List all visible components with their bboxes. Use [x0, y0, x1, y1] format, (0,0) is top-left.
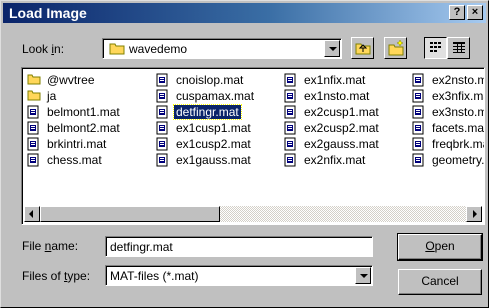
file-name-label: ex2cusp1.mat: [304, 105, 379, 119]
create-new-folder-button[interactable]: [384, 37, 407, 59]
mat-file-icon: [284, 105, 298, 119]
mat-file-icon: [27, 153, 41, 167]
mat-file-icon: [412, 121, 426, 135]
look-in-value: wavedemo: [129, 42, 188, 56]
file-name-label: brkintri.mat: [47, 137, 107, 151]
mat-file-icon: [27, 121, 41, 135]
file-name-label: detfingr.mat: [173, 104, 242, 120]
file-name-label: File name:: [22, 239, 79, 253]
file-name-label: ex3nsto.ma: [432, 105, 484, 119]
folder-icon: [27, 89, 41, 103]
scroll-thumb[interactable]: [40, 206, 220, 222]
file-type-value: MAT-files (*.mat): [110, 269, 199, 283]
close-button[interactable]: ×: [467, 5, 483, 20]
folder-icon: [109, 42, 125, 58]
file-name-label: cuspamax.mat: [176, 89, 255, 103]
file-name-label: ex1nsto.mat: [304, 89, 370, 103]
file-name-label: cnoislop.mat: [176, 73, 244, 87]
file-name-label: ex3nfix.ma: [432, 89, 485, 103]
mat-file-icon: [156, 137, 170, 151]
load-image-dialog: Load Image ? × Look in: wavedemo @wvtree…: [0, 0, 489, 308]
file-name-label: chess.mat: [47, 153, 102, 167]
file-name-label: geometry.r: [432, 153, 485, 167]
file-name-label: ex2nfix.mat: [304, 153, 366, 167]
mat-file-icon: [284, 153, 298, 167]
chevron-down-icon[interactable]: [355, 267, 371, 284]
mat-file-icon: [156, 121, 170, 135]
open-button[interactable]: Open: [397, 233, 483, 261]
file-list[interactable]: @wvtree ja belmont1.mat belmont2.mat brkintr…: [21, 67, 485, 225]
cancel-button[interactable]: Cancel: [398, 269, 482, 295]
file-name-input[interactable]: detfingr.mat: [105, 236, 373, 257]
scroll-left-button[interactable]: [24, 206, 40, 222]
mat-file-icon: [284, 137, 298, 151]
file-name-label: ex1cusp1.mat: [176, 121, 251, 135]
list-view-button[interactable]: [424, 37, 447, 59]
file-name-label: ex1gauss.mat: [176, 153, 251, 167]
mat-file-icon: [156, 105, 170, 119]
file-name-label: ex1nfix.mat: [304, 73, 366, 87]
file-type-dropdown[interactable]: MAT-files (*.mat): [105, 265, 373, 286]
horizontal-scrollbar[interactable]: [24, 206, 482, 222]
file-name-label: freqbrk.ma: [432, 137, 485, 151]
file-name-label: ex2nsto.ma: [432, 73, 484, 87]
mat-file-icon: [412, 137, 426, 151]
file-name-label: @wvtree: [47, 73, 95, 87]
chevron-down-icon[interactable]: [324, 40, 340, 57]
details-view-button[interactable]: [447, 37, 470, 59]
folder-icon: [27, 73, 41, 87]
help-button[interactable]: ?: [449, 5, 465, 20]
up-one-level-button[interactable]: [351, 37, 374, 59]
look-in-label: Look in:: [22, 42, 65, 56]
mat-file-icon: [284, 121, 298, 135]
mat-file-icon: [412, 73, 426, 87]
mat-file-icon: [27, 105, 41, 119]
mat-file-icon: [412, 89, 426, 103]
mat-file-icon: [156, 89, 170, 103]
file-name-label: belmont2.mat: [47, 121, 120, 135]
dialog-title: Load Image: [9, 5, 87, 21]
file-name-label: ja: [47, 89, 57, 103]
file-name-label: ex2gauss.mat: [304, 137, 379, 151]
file-name-label: belmont1.mat: [47, 105, 120, 119]
file-name-label: facets.mat: [432, 121, 485, 135]
mat-file-icon: [284, 73, 298, 87]
file-type-label: Files of type:: [22, 269, 91, 283]
mat-file-icon: [156, 73, 170, 87]
mat-file-icon: [27, 137, 41, 151]
scroll-right-button[interactable]: [466, 206, 482, 222]
mat-file-icon: [412, 153, 426, 167]
title-bar[interactable]: Load Image ? ×: [3, 3, 486, 23]
file-name-label: ex2cusp2.mat: [304, 121, 379, 135]
mat-file-icon: [284, 89, 298, 103]
file-name-label: ex1cusp2.mat: [176, 137, 251, 151]
look-in-dropdown[interactable]: wavedemo: [102, 38, 342, 59]
file-name-value: detfingr.mat: [110, 240, 173, 254]
mat-file-icon: [412, 105, 426, 119]
mat-file-icon: [156, 153, 170, 167]
